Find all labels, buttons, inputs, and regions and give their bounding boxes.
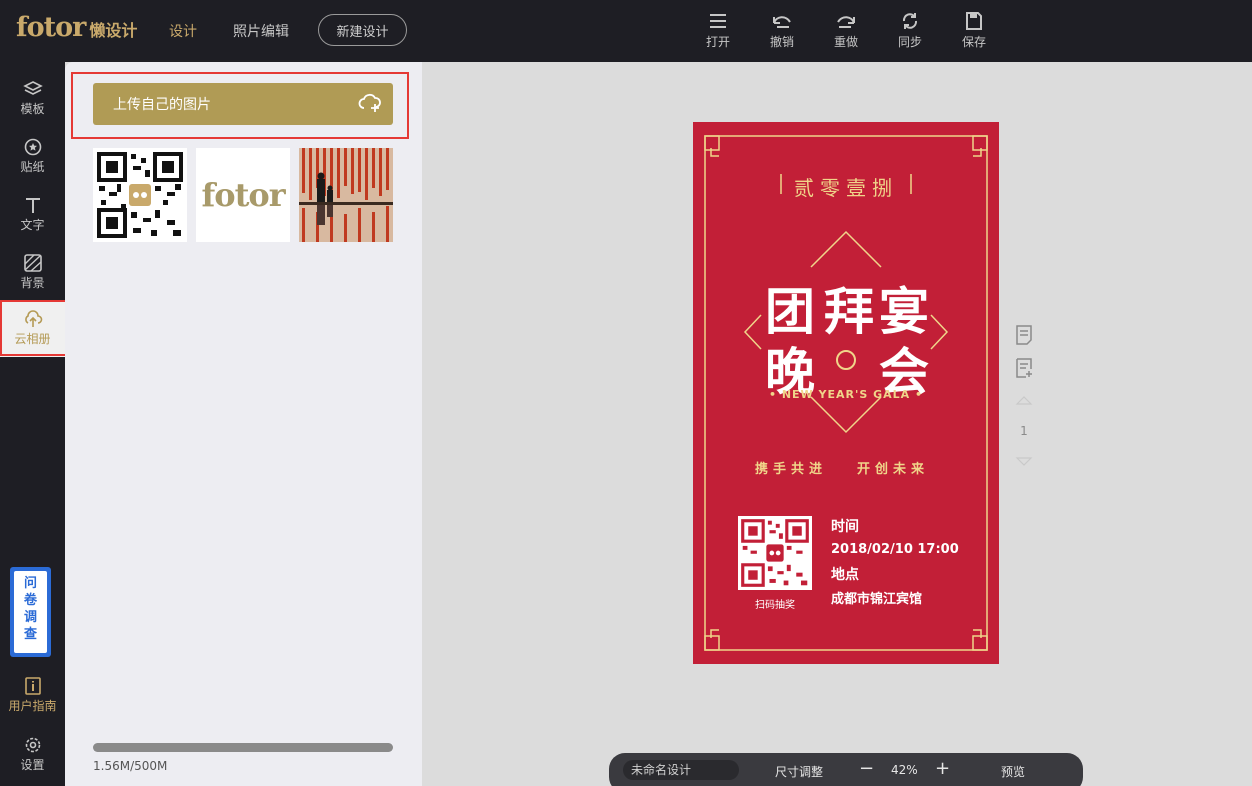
logo[interactable]: fotor 懒设计 (16, 12, 137, 43)
survey-char: 问 (23, 576, 37, 591)
nav-background-label: 背景 (20, 276, 45, 290)
text-icon (25, 198, 40, 213)
storage-progress-bar (93, 743, 393, 752)
nav-stickers-label: 贴纸 (20, 160, 45, 174)
save-button[interactable]: 保存 (954, 12, 994, 50)
page-number: 1 (1020, 424, 1028, 438)
redo-button[interactable]: 重做 (826, 12, 866, 50)
undo-button[interactable]: 撤销 (762, 12, 802, 50)
logo-brand: fotor (16, 12, 86, 43)
open-button[interactable]: 打开 (698, 12, 738, 50)
cloud-add-icon (358, 93, 381, 112)
zoom-level: 42% (891, 763, 918, 777)
survey-char: 卷 (23, 593, 37, 608)
sync-icon (902, 13, 918, 29)
nav-templates[interactable]: 模板 (0, 80, 65, 117)
user-guide-button[interactable]: 用户指南 (0, 677, 65, 714)
menu-icon (710, 14, 726, 28)
nav-text[interactable]: 文字 (0, 196, 65, 233)
resize-button[interactable]: 尺寸调整 (775, 763, 823, 780)
thumbnail-logo-text: fotor (201, 176, 285, 214)
triangle-up-icon (1015, 396, 1033, 405)
save-icon (966, 12, 982, 30)
thumbnail-qr-code[interactable] (93, 148, 187, 242)
poster-slogan-right: 开创未来 (857, 462, 930, 477)
poster-time-label: 时间 (831, 519, 859, 535)
survey-label: 问 卷 调 查 (14, 571, 47, 653)
info-icon (24, 677, 41, 695)
triangle-down-icon (1015, 457, 1033, 466)
add-document-icon (1016, 358, 1032, 378)
nav-photo-edit[interactable]: 照片编辑 (233, 21, 289, 41)
nav-text-label: 文字 (20, 218, 45, 232)
cloud-album-panel: 上传自己的图片 fotor 1.56M/500M (65, 62, 422, 786)
layers-icon (22, 81, 43, 95)
settings-label: 设置 (20, 758, 45, 772)
nav-cloud-album[interactable]: 云相册 (0, 302, 65, 357)
page-down-button[interactable] (1012, 456, 1036, 471)
nav-cloud-album-label: 云相册 (14, 332, 51, 346)
qr-code-image (741, 519, 809, 587)
new-design-button[interactable]: 新建设计 (318, 14, 407, 46)
sync-button[interactable]: 同步 (890, 12, 930, 50)
design-name-input[interactable]: 未命名设计 (623, 760, 739, 780)
poster-time-value: 2018/02/10 17:00 (831, 542, 959, 557)
storage-usage-text: 1.56M/500M (93, 759, 168, 773)
left-navigation: 模板 贴纸 文字 背景 云相册 问 卷 调 查 用户指南 设置 (0, 62, 67, 786)
top-bar: fotor 懒设计 设计 照片编辑 新建设计 打开 撤销 重做 同步 保存 (0, 0, 1252, 62)
poster-title-char: 拜 (824, 282, 874, 341)
bottom-toolbar: 未命名设计 尺寸调整 − 42% + 预览 (609, 753, 1083, 786)
poster-subtitle-text: NEW YEAR'S GALA (781, 388, 911, 401)
redo-icon (837, 16, 855, 28)
upload-image-label: 上传自己的图片 (113, 97, 211, 113)
logo-subtitle: 懒设计 (89, 21, 138, 40)
nav-templates-label: 模板 (20, 102, 45, 116)
sync-label: 同步 (897, 35, 922, 49)
settings-button[interactable]: 设置 (0, 736, 65, 773)
poster-place-label: 地点 (831, 567, 859, 583)
survey-char: 查 (23, 627, 37, 642)
thumbnail-photo[interactable] (299, 148, 393, 242)
zoom-out-button[interactable]: − (859, 758, 874, 779)
silhouette-photo-image (299, 148, 393, 242)
zoom-in-button[interactable]: + (935, 758, 950, 779)
preview-button[interactable]: 预览 (1001, 763, 1025, 780)
poster-year-text: 贰零壹捌 (794, 176, 898, 200)
undo-label: 撤销 (769, 35, 794, 49)
document-icon (1016, 325, 1032, 345)
add-page-button[interactable] (1012, 358, 1036, 381)
poster-slogan-left: 携手共进 (755, 462, 828, 477)
user-guide-label: 用户指南 (8, 699, 57, 713)
poster-qr-code (738, 516, 812, 590)
poster-qr-caption: 扫码抽奖 (755, 600, 795, 611)
thumbnail-fotor-logo[interactable]: fotor (196, 148, 290, 242)
save-label: 保存 (961, 35, 986, 49)
nav-background[interactable]: 背景 (0, 254, 65, 291)
design-canvas-poster[interactable]: 贰零壹捌 团 拜 宴 晚 会 • NEW YEAR'S GALA • 携手共进 … (693, 122, 999, 664)
nav-stickers[interactable]: 贴纸 (0, 138, 65, 175)
page-up-button[interactable] (1012, 394, 1036, 409)
survey-char: 调 (23, 610, 37, 625)
page-note-button[interactable] (1012, 325, 1036, 348)
poster-place-value: 成都市锦江宾馆 (831, 592, 923, 607)
undo-icon (773, 16, 791, 28)
background-icon (23, 254, 42, 272)
gear-icon (25, 737, 40, 753)
poster-subtitle-en: • NEW YEAR'S GALA • (768, 388, 924, 401)
open-label: 打开 (705, 35, 730, 49)
upload-image-button[interactable]: 上传自己的图片 (93, 83, 393, 125)
nav-design[interactable]: 设计 (169, 21, 197, 41)
cloud-upload-icon (24, 310, 42, 327)
star-icon (24, 138, 41, 156)
survey-button[interactable]: 问 卷 调 查 (10, 567, 51, 657)
qr-code-image (97, 152, 183, 238)
redo-label: 重做 (833, 35, 858, 49)
